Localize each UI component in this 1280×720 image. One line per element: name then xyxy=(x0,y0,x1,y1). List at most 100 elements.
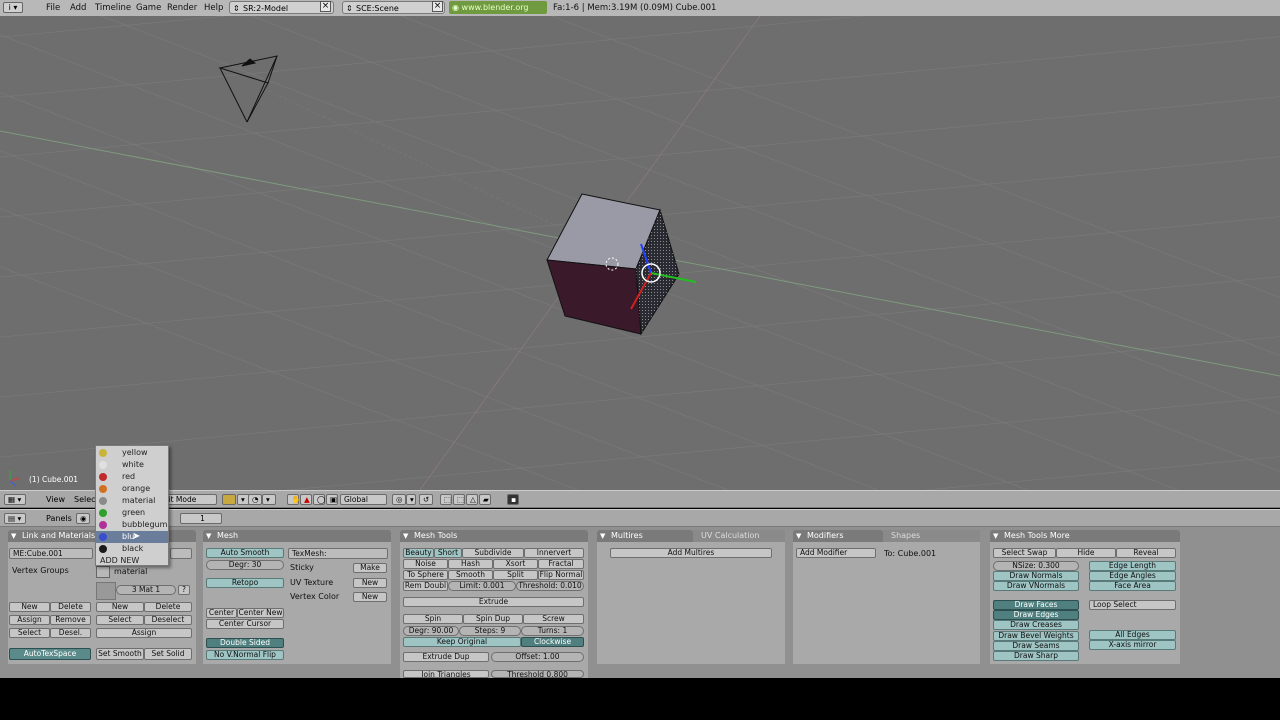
vgroup-new-button[interactable]: New xyxy=(9,602,50,612)
draw-creases-toggle[interactable]: Draw Creases xyxy=(993,620,1079,630)
auto-smooth-toggle[interactable]: Auto Smooth xyxy=(206,548,284,558)
mesh-extra-field[interactable] xyxy=(170,548,192,559)
pivot-icon[interactable]: ◔ xyxy=(248,494,262,505)
menu-help[interactable]: Help xyxy=(204,3,223,13)
spin-degr-field[interactable]: Degr: 90.00 xyxy=(403,626,459,636)
menu-item-orange[interactable]: orange xyxy=(96,483,168,495)
menu-add[interactable]: Add xyxy=(70,3,86,13)
add-modifier-button[interactable]: Add Modifier xyxy=(796,548,876,558)
beauty-toggle[interactable]: Beauty xyxy=(403,548,434,558)
uv-texture-new-button[interactable]: New xyxy=(353,578,387,588)
clockwise-toggle[interactable]: Clockwise xyxy=(521,637,584,647)
layer-icon[interactable]: ◎ xyxy=(392,494,406,505)
reveal-button[interactable]: Reveal xyxy=(1116,548,1176,558)
menu-game[interactable]: Game xyxy=(136,3,161,13)
sticky-make-button[interactable]: Make xyxy=(353,563,387,573)
menu-file[interactable]: File xyxy=(46,3,60,13)
retopo-toggle[interactable]: Retopo xyxy=(206,578,284,588)
vgroup-deselect-button[interactable]: Desel. xyxy=(50,628,91,638)
snap-icon[interactable]: ↺ xyxy=(419,494,433,505)
draw-seams-toggle[interactable]: Draw Seams xyxy=(993,641,1079,651)
subdivide-button[interactable]: Subdivide xyxy=(462,548,524,558)
loop-select-menu[interactable]: Loop Select xyxy=(1089,600,1176,610)
screen-selector[interactable]: ⇕ SR:2-Model xyxy=(229,1,334,14)
3d-viewport[interactable]: (1) Cube.001 xyxy=(0,16,1280,490)
context-icon[interactable]: ◉ xyxy=(76,513,90,524)
panel-mesh-title[interactable]: Mesh xyxy=(203,530,391,542)
extrude-button[interactable]: Extrude xyxy=(403,597,584,607)
tab-uv-calculation[interactable]: UV Calculation xyxy=(693,530,785,542)
limit-field[interactable]: Limit: 0.001 xyxy=(448,581,516,591)
vertex-color-new-button[interactable]: New xyxy=(353,592,387,602)
add-multires-button[interactable]: Add Multires xyxy=(610,548,772,558)
menu-select[interactable]: Selec xyxy=(74,495,96,504)
translate-icon[interactable]: ▲ xyxy=(300,494,312,505)
draw-edges-toggle[interactable]: Draw Edges xyxy=(993,610,1079,620)
vgroup-select-button[interactable]: Select xyxy=(9,628,50,638)
split-button[interactable]: Split xyxy=(493,570,538,580)
rotate-icon[interactable]: ◯ xyxy=(313,494,325,505)
rem-doubles-button[interactable]: Rem Doubl xyxy=(403,581,448,591)
noise-button[interactable]: Noise xyxy=(403,559,448,569)
hide-button[interactable]: Hide xyxy=(1056,548,1116,558)
material-new-button[interactable]: New xyxy=(96,602,144,612)
draw-normals-toggle[interactable]: Draw Normals xyxy=(993,571,1079,581)
spin-dup-button[interactable]: Spin Dup xyxy=(463,614,523,624)
material-select-button[interactable]: Select xyxy=(96,615,144,625)
panel-multires-title[interactable]: Multires xyxy=(597,530,693,542)
edge-length-toggle[interactable]: Edge Length xyxy=(1089,561,1176,571)
xaxis-mirror-toggle[interactable]: X-axis mirror xyxy=(1089,640,1176,650)
offset-field[interactable]: Offset: 1.00 xyxy=(491,652,584,662)
scene-selector[interactable]: ⇕ SCE:Scene xyxy=(342,1,445,14)
mesh-name-field[interactable]: ME:Cube.001 xyxy=(9,548,93,559)
menu-item-bubblegum[interactable]: bubblegum xyxy=(96,519,168,531)
flip-normal-button[interactable]: Flip Normal xyxy=(538,570,584,580)
material-color-swatch[interactable] xyxy=(96,566,110,578)
render-icon[interactable]: ▪ xyxy=(507,494,519,505)
draw-vnormals-toggle[interactable]: Draw VNormals xyxy=(993,581,1079,591)
material-help-button[interactable]: ? xyxy=(178,585,190,595)
no-vnormal-flip-toggle[interactable]: No V.Normal Flip xyxy=(206,650,284,660)
menu-item-black[interactable]: black xyxy=(96,543,168,555)
join-triangles-button[interactable]: Join Triangles xyxy=(403,670,489,678)
to-sphere-button[interactable]: To Sphere xyxy=(403,570,448,580)
screw-button[interactable]: Screw xyxy=(523,614,584,624)
nsize-field[interactable]: NSize: 0.300 xyxy=(993,561,1079,571)
set-smooth-button[interactable]: Set Smooth xyxy=(96,648,144,660)
join-threshold-field[interactable]: Threshold 0.800 xyxy=(491,670,584,678)
autotexspace-toggle[interactable]: AutoTexSpace xyxy=(9,648,91,660)
short-toggle[interactable]: Short xyxy=(434,548,462,558)
extrude-dup-button[interactable]: Extrude Dup xyxy=(403,652,489,662)
buttons-view-type-icon[interactable]: ▤ ▾ xyxy=(4,513,26,524)
center-cursor-button[interactable]: Center Cursor xyxy=(206,619,284,629)
panel-mesh-tools-more-title[interactable]: Mesh Tools More xyxy=(990,530,1180,542)
orientation-selector[interactable]: Global xyxy=(340,494,387,505)
menu-view[interactable]: View xyxy=(46,495,65,504)
pivot-menu[interactable]: ▾ xyxy=(262,494,276,505)
draw-type-icon[interactable] xyxy=(222,494,236,505)
close-scene-icon[interactable]: × xyxy=(432,1,443,12)
menu-item-green[interactable]: green xyxy=(96,507,168,519)
view-type-icon[interactable]: ▦ ▾ xyxy=(4,494,26,505)
edge-angles-toggle[interactable]: Edge Angles xyxy=(1089,571,1176,581)
menu-item-material[interactable]: material xyxy=(96,495,168,507)
window-type-icon[interactable]: i ▾ xyxy=(3,2,23,13)
smooth-button[interactable]: Smooth xyxy=(448,570,493,580)
xsort-button[interactable]: Xsort xyxy=(493,559,538,569)
fractal-button[interactable]: Fractal xyxy=(538,559,584,569)
draw-bevel-weights-toggle[interactable]: Draw Bevel Weights xyxy=(993,631,1079,641)
center-button[interactable]: Center xyxy=(206,608,237,618)
vgroup-remove-button[interactable]: Remove xyxy=(50,615,91,625)
tab-shapes[interactable]: Shapes xyxy=(883,530,980,542)
texmesh-field[interactable]: TexMesh: xyxy=(288,548,388,559)
material-index-field[interactable]: 3 Mat 1 xyxy=(116,585,176,595)
hand-tool-icon[interactable]: ✋ xyxy=(287,494,300,505)
degr-field[interactable]: Degr: 30 xyxy=(206,560,284,570)
menu-item-red[interactable]: red xyxy=(96,471,168,483)
turns-field[interactable]: Turns: 1 xyxy=(521,626,584,636)
panel-modifiers-title[interactable]: Modifiers xyxy=(793,530,883,542)
draw-faces-toggle[interactable]: Draw Faces xyxy=(993,600,1079,610)
hash-button[interactable]: Hash xyxy=(448,559,493,569)
menu-timeline[interactable]: Timeline xyxy=(95,3,131,13)
face-area-toggle[interactable]: Face Area xyxy=(1089,581,1176,591)
